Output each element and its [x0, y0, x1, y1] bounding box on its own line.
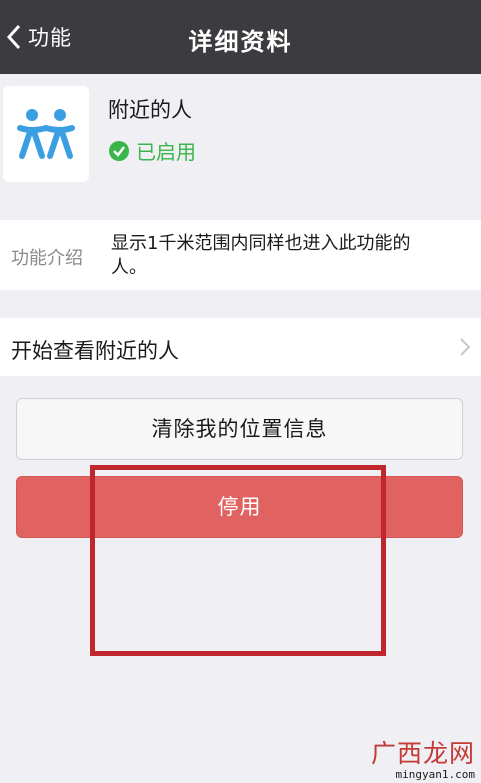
intro-label: 功能介绍 [11, 248, 83, 269]
status-label: 已启用 [136, 140, 196, 164]
intro-text: 显示1千米范围内同样也进入此功能的人。 [111, 233, 411, 278]
watermark-logo: 广西龙网 [370, 739, 475, 768]
clear-location-button[interactable]: 清除我的位置信息 [16, 398, 463, 460]
feature-name: 附近的人 [108, 98, 192, 122]
navigation-bar: 功能 详细资料 [0, 0, 481, 74]
chevron-right-icon [460, 338, 471, 356]
page-title: 详细资料 [188, 28, 293, 56]
start-viewing-nearby-row[interactable]: 开始查看附近的人 [0, 318, 481, 376]
status-badge: 已启用 [108, 136, 196, 165]
check-circle-icon [109, 140, 129, 161]
start-viewing-label: 开始查看附近的人 [11, 339, 179, 363]
nearby-people-icon [3, 86, 89, 182]
highlight-annotation-box [90, 465, 386, 656]
watermark: 广西龙网 mingyan1.com [371, 734, 475, 781]
